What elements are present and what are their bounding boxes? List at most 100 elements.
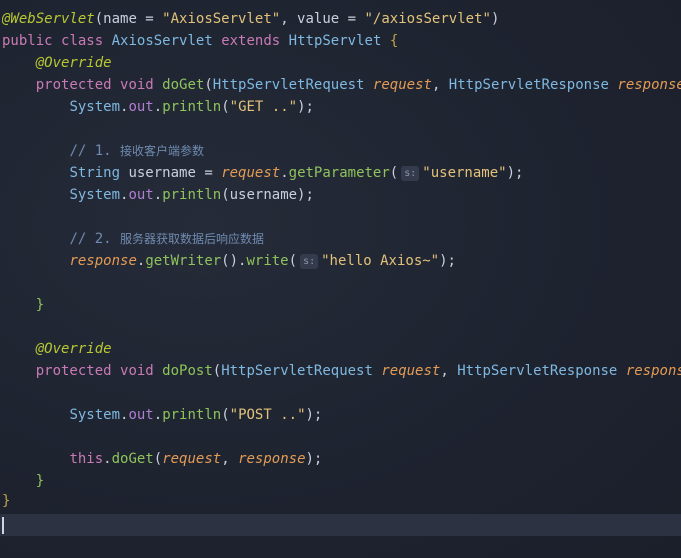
code-editor[interactable]: @WebServlet(name = "AxiosServlet", value… — [0, 0, 681, 558]
method-name: doGet — [162, 77, 205, 93]
type-name: HttpServletRequest — [221, 363, 373, 379]
attr-name: name — [103, 11, 137, 27]
string-literal: "AxiosServlet" — [162, 11, 281, 27]
punctuation: (). — [221, 253, 247, 269]
code-line-2[interactable]: public class AxiosServlet extends HttpSe… — [2, 30, 681, 52]
code-line-4[interactable]: protected void doGet(HttpServletRequest … — [2, 74, 681, 96]
dot: . — [153, 99, 163, 115]
method-name: write — [246, 253, 289, 269]
parameter-hint: s: — [401, 166, 420, 181]
code-line-22[interactable]: } — [2, 470, 681, 492]
keyword: protected — [35, 363, 112, 379]
keyword: public — [2, 33, 53, 49]
keyword: extends — [221, 33, 281, 49]
paren: ); — [305, 407, 323, 423]
paren: ); — [297, 99, 314, 115]
paren: ( — [94, 11, 104, 27]
comment-text: 服务器获取数据后响应数据 — [120, 232, 265, 246]
parameter: request — [162, 451, 222, 467]
comma: , — [280, 11, 298, 27]
comma: , — [440, 363, 458, 379]
paren: ); — [439, 253, 456, 269]
parameter: request — [372, 77, 432, 93]
paren: ( — [288, 253, 298, 269]
operator: = — [195, 165, 222, 181]
text-caret — [2, 517, 4, 534]
type-name: String — [69, 165, 121, 181]
code-line-21[interactable]: this.doGet(request, response); — [2, 448, 681, 470]
class-name: AxiosServlet — [111, 33, 213, 49]
code-line-1[interactable]: @WebServlet(name = "AxiosServlet", value… — [2, 8, 681, 30]
parameter: request — [381, 363, 441, 379]
code-line-23[interactable]: } — [2, 490, 681, 512]
dot: . — [280, 165, 289, 181]
method-name: println — [162, 99, 222, 115]
paren: ); — [305, 451, 323, 467]
variable: username — [128, 165, 196, 181]
operator: = — [136, 11, 163, 27]
parameter: response — [617, 77, 681, 93]
parameter: request — [221, 165, 281, 181]
code-line-8[interactable]: String username = request.getParameter(s… — [2, 162, 681, 184]
paren: ( — [204, 77, 213, 93]
method-name: println — [162, 187, 222, 203]
operator: = — [339, 11, 365, 27]
current-line-highlight[interactable] — [0, 514, 681, 536]
class-name: System — [69, 99, 121, 115]
method-name: println — [162, 407, 222, 423]
paren: ) — [490, 11, 500, 27]
code-line-11[interactable]: // 2. 服务器获取数据后响应数据 — [2, 228, 681, 250]
code-line-19[interactable]: System.out.println("POST .."); — [2, 404, 681, 426]
field-name: out — [128, 187, 154, 203]
brace: { — [389, 33, 399, 49]
paren: ( — [221, 99, 230, 115]
code-line-16[interactable]: @Override — [2, 338, 681, 360]
code-line-3[interactable]: @Override — [2, 52, 681, 74]
dot: . — [103, 451, 112, 467]
class-name: HttpServlet — [288, 33, 382, 49]
keyword: protected — [35, 77, 112, 93]
code-line-5[interactable]: System.out.println("GET .."); — [2, 96, 681, 118]
brace: } — [2, 493, 11, 509]
type-name: HttpServletRequest — [212, 77, 365, 93]
paren: ( — [153, 451, 163, 467]
field-name: out — [128, 99, 154, 115]
keyword: class — [61, 33, 104, 49]
brace: } — [35, 297, 45, 313]
annotation-override: @Override — [35, 341, 112, 357]
comma: , — [431, 77, 449, 93]
string-literal: "POST .." — [229, 407, 306, 423]
dot: . — [153, 187, 163, 203]
code-line-12[interactable]: response.getWriter().write(s: "hello Axio… — [2, 250, 681, 272]
brace: } — [35, 473, 45, 489]
field-name: out — [128, 407, 154, 423]
keyword: void — [120, 363, 154, 379]
code-line-7[interactable]: // 1. 接收客户端参数 — [2, 140, 681, 162]
arguments: (username); — [221, 187, 314, 203]
comment: // 1. — [69, 143, 121, 159]
annotation-override: @Override — [35, 55, 112, 71]
paren: ( — [212, 363, 222, 379]
string-literal: "/axiosServlet" — [364, 11, 491, 27]
comment: // 2. — [69, 231, 121, 247]
paren: ); — [506, 165, 524, 181]
parameter: response — [69, 253, 137, 269]
code-line-17[interactable]: protected void doPost(HttpServletRequest… — [2, 360, 681, 382]
comment-text: 接收客户端参数 — [120, 144, 205, 158]
method-name: getParameter — [288, 165, 390, 181]
string-literal: "hello Axios~" — [321, 253, 440, 269]
comma: , — [221, 451, 239, 467]
parameter: response — [238, 451, 306, 467]
code-line-9[interactable]: System.out.println(username); — [2, 184, 681, 206]
type-name: HttpServletResponse — [457, 363, 618, 379]
code-line-14[interactable]: } — [2, 294, 681, 316]
method-name: getWriter — [145, 253, 222, 269]
dot: . — [153, 407, 163, 423]
annotation-webservlet: @WebServlet — [2, 11, 95, 27]
keyword: this — [69, 451, 104, 467]
paren: ( — [221, 407, 230, 423]
parameter-hint: s: — [300, 254, 319, 269]
class-name: System — [69, 187, 121, 203]
keyword: void — [120, 77, 154, 93]
method-name: doGet — [111, 451, 154, 467]
